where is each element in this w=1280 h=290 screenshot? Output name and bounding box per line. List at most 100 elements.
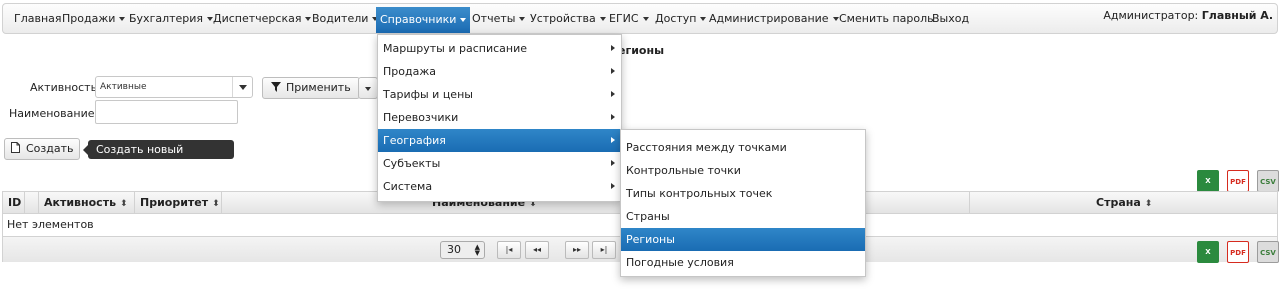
nav-drivers[interactable]: Водители [312,4,379,33]
nav-change-password-label: Сменить пароль [839,12,934,25]
nav-change-password[interactable]: Сменить пароль [839,4,934,33]
column-header-label: ID [8,196,22,209]
menu-item-geography[interactable]: География [378,129,621,152]
column-header-priority[interactable]: Приоритет ⬍ [135,192,222,214]
chevron-down-icon [305,17,312,21]
nav-references[interactable]: Справочники [376,7,471,33]
create-button-label: Создать [26,142,74,155]
menu-item-tariffs[interactable]: Тарифы и цены [378,83,621,106]
apply-dropdown-button[interactable] [358,77,378,99]
nav-devices-label: Устройства [530,12,596,25]
apply-button[interactable]: Применить [262,77,360,99]
excel-export-icon[interactable]: X [1197,241,1219,263]
nav-reports-label: Отчеты [472,12,516,25]
pdf-export-icon[interactable]: PDF [1227,241,1249,263]
user-name: Главный А. [1201,9,1273,22]
column-header-country[interactable]: Страна ⬍ [970,192,1277,214]
chevron-right-icon [611,114,615,120]
chevron-right-icon [611,45,615,51]
submenu-item-label: Контрольные точки [626,164,741,177]
submenu-item-label: Погодные условия [626,256,734,269]
submenu-item-checkpoint-types[interactable]: Типы контрольных точек [621,182,865,205]
stepper-icon: ▲ ▼ [474,243,480,257]
csv-export-icon[interactable]: CSV [1257,170,1279,192]
chevron-right-icon [611,183,615,189]
next-page-button[interactable]: ▸▸ [565,241,589,259]
nav-home[interactable]: Главная [14,4,62,33]
submenu-item-label: Типы контрольных точек [626,187,773,200]
prev-page-button[interactable]: ◂◂ [525,241,549,259]
create-tooltip: Создать новый элемент [83,140,234,175]
chevron-right-icon [611,137,615,143]
chevron-right-icon [611,160,615,166]
nav-administration-label: Администрирование [709,12,829,25]
nav-logout-label: Выход [932,12,970,25]
menu-item-subjects[interactable]: Субъекты [378,152,621,175]
sort-icon: ⬍ [1144,199,1153,209]
csv-export-icon[interactable]: CSV [1257,241,1279,263]
activity-label: Активность [30,81,98,94]
sort-icon: ⬍ [212,199,220,209]
nav-access[interactable]: Доступ [655,4,707,33]
export-toolbar-bottom: X PDF CSV [1197,241,1279,263]
first-page-button[interactable]: |◂ [497,241,521,259]
excel-export-icon[interactable]: X [1197,170,1219,192]
submenu-item-regions[interactable]: Регионы [621,228,865,251]
chevron-down-icon [232,77,252,97]
chevron-down-icon [519,17,526,21]
nav-access-label: Доступ [655,12,697,25]
menu-item-routes[interactable]: Маршруты и расписание [378,37,621,60]
menu-item-carriers[interactable]: Перевозчики [378,106,621,129]
chevron-down-icon [119,17,126,21]
column-header-label: Активность [44,196,117,209]
column-header-label: Страна [1096,196,1141,209]
sort-icon: ⬍ [120,199,128,209]
menu-item-label: Маршруты и расписание [383,42,528,55]
geography-submenu: Расстояния между точками Контрольные точ… [620,129,866,277]
nav-egis-label: ЕГИС [609,12,639,25]
column-header-label: Приоритет [140,196,209,209]
create-button[interactable]: Создать [4,138,80,160]
name-input[interactable] [95,100,238,124]
nav-sales-label: Продажи [62,12,116,25]
nav-home-label: Главная [14,12,62,25]
column-header-activity[interactable]: Активность ⬍ [39,192,135,214]
nav-sales[interactable]: Продажи [62,4,126,33]
submenu-item-countries[interactable]: Страны [621,205,865,228]
chevron-down-icon [365,87,371,91]
submenu-item-weather[interactable]: Погодные условия [621,251,865,274]
last-page-button[interactable]: ▸| [592,241,616,259]
submenu-item-distances[interactable]: Расстояния между точками [621,136,865,159]
nav-administration[interactable]: Администрирование [709,4,839,33]
column-header-id[interactable]: ID [3,192,25,214]
pdf-export-icon[interactable]: PDF [1227,170,1249,192]
nav-egis[interactable]: ЕГИС [609,4,649,33]
menu-item-label: Продажа [383,65,436,78]
chevron-down-icon [642,17,649,21]
chevron-right-icon [611,91,615,97]
submenu-item-label: Расстояния между точками [626,141,787,154]
top-navbar: Главная Продажи Бухгалтерия Диспетчерска… [2,3,1278,34]
nav-drivers-label: Водители [312,12,369,25]
column-spacer [25,192,39,214]
nav-devices[interactable]: Устройства [530,4,606,33]
nav-accounting[interactable]: Бухгалтерия [129,4,214,33]
new-document-icon [11,142,20,153]
submenu-item-checkpoints[interactable]: Контрольные точки [621,159,865,182]
menu-item-label: Субъекты [383,157,441,170]
user-role: Администратор: [1103,9,1199,22]
nav-reports[interactable]: Отчеты [472,4,526,33]
page-size-value: 30 [447,243,461,256]
user-info: Администратор: Главный А. [1103,4,1273,28]
chevron-down-icon [832,17,839,21]
chevron-down-icon [700,17,707,21]
menu-item-system[interactable]: Система [378,175,621,198]
nav-dispatch[interactable]: Диспетчерская [213,4,312,33]
menu-item-label: Тарифы и цены [383,88,473,101]
menu-item-sales[interactable]: Продажа [378,60,621,83]
filter-icon [271,82,281,92]
nav-dispatch-label: Диспетчерская [213,12,302,25]
nav-logout[interactable]: Выход [932,4,969,33]
activity-select[interactable]: Активные [95,76,253,98]
page-size-select[interactable]: 30 ▲ ▼ [440,241,485,259]
